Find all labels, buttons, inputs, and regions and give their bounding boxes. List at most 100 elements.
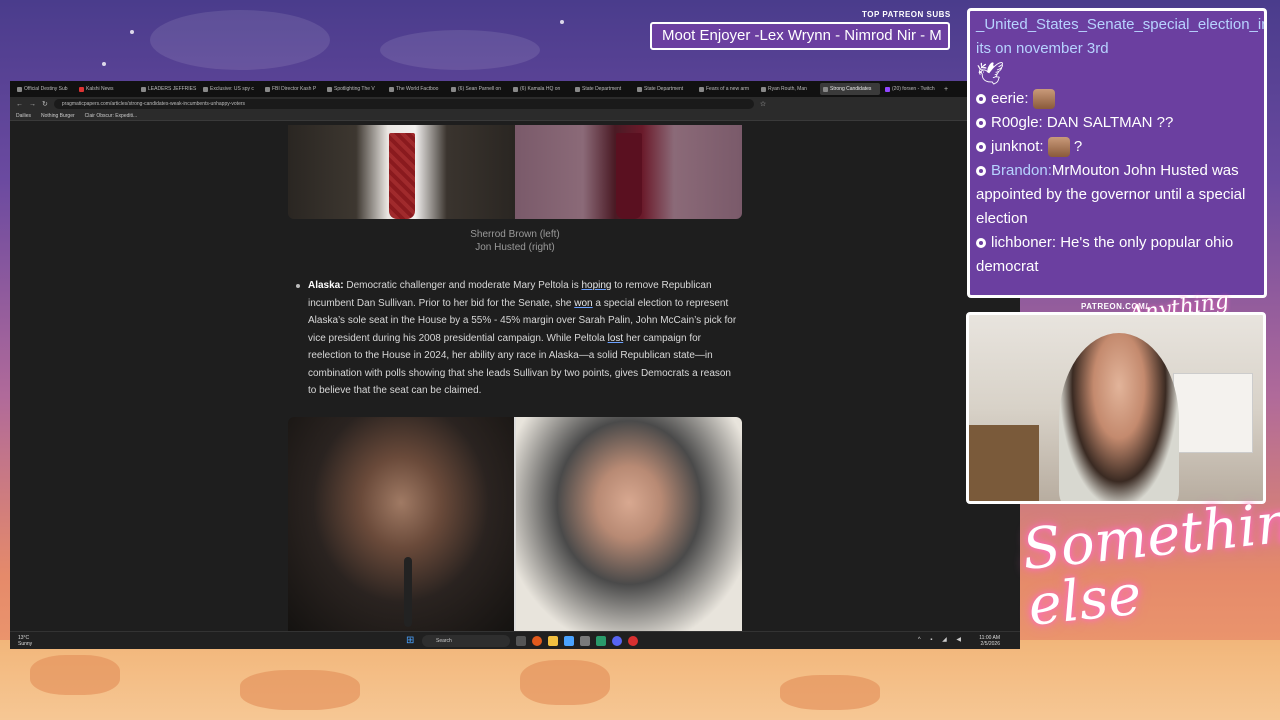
tab-item-active[interactable]: Strong Candidates bbox=[820, 83, 880, 95]
spot-decoration bbox=[520, 660, 610, 705]
photo-right bbox=[516, 417, 742, 631]
windows-start-icon[interactable]: ⊞ bbox=[406, 635, 417, 646]
tab-label: Kalshi News bbox=[86, 86, 114, 92]
chat-username[interactable]: Brandon: bbox=[991, 162, 1052, 179]
new-tab-icon[interactable]: + bbox=[944, 86, 948, 93]
weather-desc: Sunny bbox=[18, 641, 33, 647]
top-patreon-label: TOP PATREON SUBS bbox=[862, 10, 951, 19]
tab-item[interactable]: Fears of a new arm bbox=[696, 83, 756, 95]
chat-username[interactable]: R00gle: bbox=[991, 114, 1043, 131]
favicon-icon bbox=[389, 86, 394, 92]
link-won[interactable]: won bbox=[574, 298, 592, 309]
tab-item[interactable]: Exclusive: US spy c bbox=[200, 83, 260, 95]
caption-line: Sherrod Brown (left) bbox=[470, 229, 560, 240]
tab-label: FBI Director Kash P bbox=[272, 86, 317, 92]
tab-bar: Official Destiny Sub Kalshi News LEADERS… bbox=[10, 81, 1020, 97]
tab-item[interactable]: State Department bbox=[572, 83, 632, 95]
chat-badge-icon bbox=[976, 94, 986, 105]
app-icon[interactable] bbox=[596, 636, 606, 646]
app-icon[interactable] bbox=[564, 636, 574, 646]
url-field[interactable]: pragmaticpapers.com/articles/strong-cand… bbox=[53, 99, 754, 109]
clock-date: 2/5/2026 bbox=[980, 641, 1000, 647]
chat-message: R00gle: DAN SALTMAN ?? bbox=[976, 111, 1258, 135]
system-tray-icon[interactable]: ^ ▪ ◢ ◀ bbox=[918, 636, 965, 643]
article-page: Sherrod Brown (left) Jon Husted (right) … bbox=[10, 121, 1020, 631]
favicon-icon bbox=[265, 86, 270, 92]
alaska-candidates-photo bbox=[288, 417, 742, 631]
tab-label: (20) forsen - Twitch bbox=[892, 86, 935, 92]
chat-badge-icon bbox=[976, 142, 986, 153]
patreon-marquee: Moot Enjoyer -Lex Wrynn - Nimrod Nir - M bbox=[650, 22, 950, 50]
tab-label: State Department bbox=[644, 86, 684, 92]
forward-icon[interactable]: → bbox=[29, 101, 36, 108]
chat-username[interactable]: junknot: bbox=[991, 138, 1044, 155]
steam-icon[interactable] bbox=[580, 636, 590, 646]
tab-item[interactable]: (6) Sean Parnell on bbox=[448, 83, 508, 95]
taskbar-search[interactable]: Search bbox=[422, 635, 510, 647]
favicon-icon bbox=[699, 86, 704, 92]
cabinet-shape bbox=[1173, 373, 1253, 453]
discord-icon[interactable] bbox=[612, 636, 622, 646]
photo-left bbox=[288, 417, 516, 631]
bookmark-item[interactable]: Nothing Burger bbox=[41, 113, 75, 119]
reload-icon[interactable]: ↻ bbox=[42, 100, 48, 108]
tab-item[interactable]: LEADERS JEFFRIES bbox=[138, 83, 198, 95]
star-decoration bbox=[102, 62, 106, 66]
caption-line: Jon Husted (right) bbox=[475, 242, 555, 253]
tab-label: The World Factboo bbox=[396, 86, 439, 92]
bookmark-item[interactable]: Clair Obscur: Expediti... bbox=[85, 113, 138, 119]
tab-item[interactable]: The World Factboo bbox=[386, 83, 446, 95]
obs-icon[interactable] bbox=[628, 636, 638, 646]
favicon-icon bbox=[885, 86, 890, 92]
emote-icon bbox=[1047, 137, 1070, 158]
bookmark-star-icon[interactable]: ☆ bbox=[760, 100, 766, 108]
alaska-paragraph: Alaska: Democratic challenger and modera… bbox=[308, 277, 740, 400]
favicon-icon bbox=[637, 86, 642, 92]
bookmark-item[interactable]: Dailies bbox=[16, 113, 31, 119]
windows-taskbar: 13°C Sunny ⊞ ⌕ Search ^ ▪ ◢ ◀ 11:00 AM 2… bbox=[10, 631, 1020, 649]
address-bar-row: ← → ↻ pragmaticpapers.com/articles/stron… bbox=[10, 97, 1020, 111]
chat-message: eerie: bbox=[976, 87, 1258, 111]
paragraph-text: Democratic challenger and moderate Mary … bbox=[346, 280, 582, 291]
tab-label: Strong Candidates bbox=[830, 86, 872, 92]
star-decoration bbox=[130, 30, 134, 34]
photo-left bbox=[288, 125, 515, 219]
favicon-icon bbox=[451, 86, 456, 92]
tab-item[interactable]: Official Destiny Sub bbox=[14, 83, 74, 95]
tab-label: (6) Kamala HQ on bbox=[520, 86, 561, 92]
weather-widget[interactable]: 13°C Sunny bbox=[18, 635, 32, 647]
chat-badge-icon bbox=[976, 118, 986, 129]
tab-item[interactable]: Spotlighting The V bbox=[324, 83, 384, 95]
link-hoping[interactable]: hoping bbox=[581, 280, 611, 291]
shelf-shape bbox=[969, 425, 1039, 501]
file-explorer-icon[interactable] bbox=[548, 636, 558, 646]
tab-label: Official Destiny Sub bbox=[24, 86, 68, 92]
firefox-icon[interactable] bbox=[532, 636, 542, 646]
chat-username[interactable]: lichboner: bbox=[991, 234, 1056, 251]
back-icon[interactable]: ← bbox=[16, 101, 23, 108]
tab-item[interactable]: FBI Director Kash P bbox=[262, 83, 322, 95]
tie-shape bbox=[388, 133, 415, 219]
favicon-icon bbox=[575, 86, 580, 92]
tab-item[interactable]: (6) Kamala HQ on bbox=[510, 83, 570, 95]
state-label: Alaska: bbox=[308, 280, 344, 291]
favicon-icon bbox=[513, 86, 518, 92]
task-view-icon[interactable] bbox=[516, 636, 526, 646]
tab-label: Fears of a new arm bbox=[706, 86, 750, 92]
tie-shape bbox=[615, 133, 642, 219]
tab-item[interactable]: State Department bbox=[634, 83, 694, 95]
favicon-icon bbox=[141, 86, 146, 92]
tab-item[interactable]: Ryan Routh, Man bbox=[758, 83, 818, 95]
chat-message: junknot: ? bbox=[976, 135, 1258, 159]
tab-item[interactable]: Kalshi News bbox=[76, 83, 136, 95]
link-lost[interactable]: lost bbox=[608, 333, 624, 344]
emote-icon bbox=[1032, 89, 1055, 110]
favicon-icon bbox=[17, 86, 22, 92]
tab-label: Exclusive: US spy c bbox=[210, 86, 254, 92]
webcam-feed bbox=[966, 312, 1266, 504]
microphone-shape bbox=[404, 557, 412, 627]
chat-text: DAN SALTMAN ?? bbox=[1046, 114, 1174, 131]
tab-item[interactable]: (20) forsen - Twitch bbox=[882, 83, 942, 95]
taskbar-clock[interactable]: 11:00 AM 2/5/2026 bbox=[979, 635, 1000, 647]
chat-username[interactable]: eerie: bbox=[991, 90, 1029, 107]
